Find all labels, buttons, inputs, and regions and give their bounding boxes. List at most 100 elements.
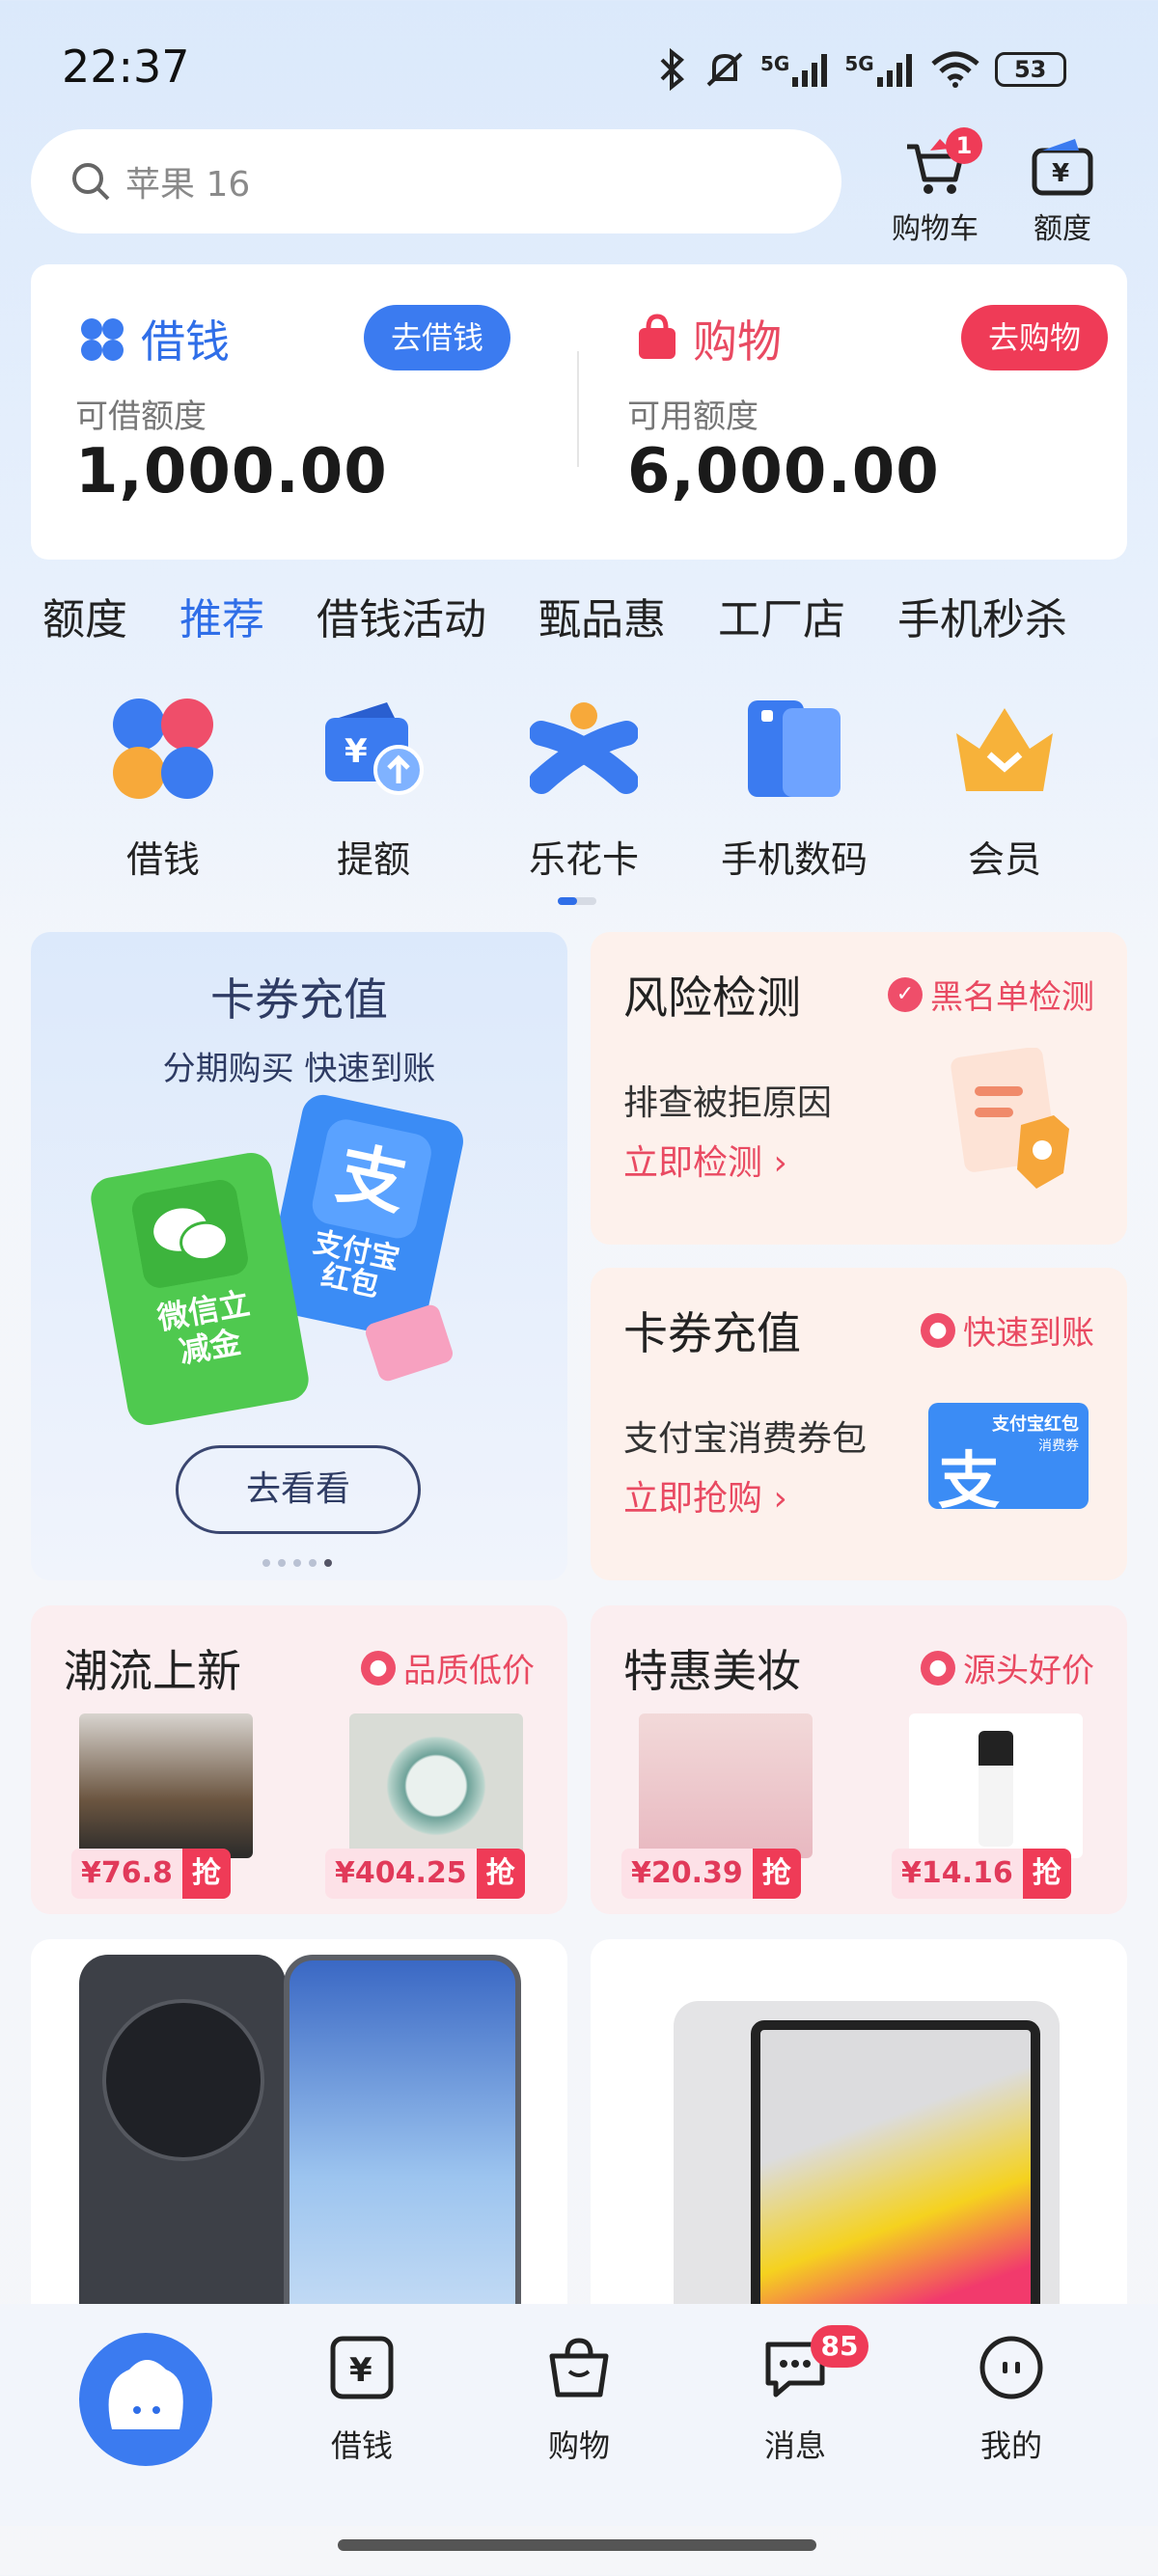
network-type-1: 5G — [760, 52, 790, 75]
alipay-logo: 支 — [309, 1115, 435, 1243]
wechat-icon — [131, 1179, 248, 1288]
card-voucher-promo[interactable]: 卡券充值 分期购买 快速到账 支 支付宝红包 微信立减金 去看看 — [31, 932, 567, 1580]
tab-selected-deals[interactable]: 甄品惠 — [538, 585, 666, 646]
borrow-section[interactable]: 借钱 去借钱 可借额度 1,000.00 — [31, 264, 571, 560]
voucher-title: 卡券充值 — [623, 1307, 801, 1359]
quick-label: 乐花卡 — [528, 838, 639, 881]
voucher-tag: ● 快速到账 — [921, 1306, 1094, 1354]
quick-label: 手机数码 — [720, 838, 868, 881]
card-beauty-deals[interactable]: 特惠美妆 ● 源头好价 ¥20.39 抢 ¥14.16 抢 — [591, 1605, 1127, 1914]
handbag-image — [79, 1713, 253, 1858]
beauty-tag-text: 源头好价 — [963, 1652, 1094, 1690]
nav-messages[interactable]: 85 消息 — [728, 2325, 868, 2466]
shop-button[interactable]: 去购物 — [961, 305, 1109, 370]
trend-tag-text: 品质低价 — [403, 1652, 535, 1690]
price-tag[interactable]: ¥20.39 抢 — [621, 1849, 801, 1899]
price-tag[interactable]: ¥14.16 抢 — [892, 1849, 1071, 1899]
alipay-card-text: 支付宝红包 — [310, 1225, 403, 1304]
quick-raise-limit[interactable]: ¥ 提额 — [268, 695, 479, 883]
status-icons: 5G 5G 53 — [656, 42, 1066, 96]
quota-button[interactable]: ¥ 额度 — [1009, 127, 1116, 247]
grab-label: 抢 — [1022, 1849, 1071, 1899]
voucher-desc: 支付宝消费券包 — [623, 1419, 868, 1459]
promo-subtitle: 分期购买 快速到账 — [162, 1050, 436, 1088]
nav-borrow[interactable]: ¥ 借钱 — [294, 2333, 429, 2466]
shop-amount: 6,000.00 — [627, 436, 940, 507]
wallet-icon: ¥ — [1032, 139, 1093, 196]
shop-section[interactable]: 购物 去购物 可用额度 6,000.00 — [596, 264, 1137, 560]
home-indicator[interactable] — [338, 2539, 816, 2551]
card-risk-check[interactable]: 风险检测 ✓ 黑名单检测 排查被拒原因 立即检测 › — [591, 932, 1127, 1245]
bluetooth-icon — [660, 48, 684, 91]
search-placeholder: 苹果 16 — [125, 165, 251, 205]
profile-icon — [979, 2336, 1043, 2399]
alipay-voucher-image: 支付宝红包 消费券 支 — [928, 1403, 1089, 1518]
search-icon — [72, 163, 110, 201]
promo-look-button[interactable]: 去看看 — [176, 1445, 421, 1534]
quick-label: 借钱 — [125, 838, 200, 881]
nav-profile[interactable]: 我的 — [944, 2333, 1079, 2466]
risk-tag: ✓ 黑名单检测 — [888, 971, 1094, 1018]
tab-factory-store[interactable]: 工厂店 — [718, 585, 845, 646]
product-card-phone[interactable] — [31, 1939, 567, 2325]
search-input[interactable]: 苹果 16 — [31, 129, 841, 233]
mascot-icon — [108, 2360, 183, 2429]
risk-desc: 排查被拒原因 — [623, 1083, 833, 1123]
shop-title: 购物 — [693, 315, 782, 368]
signal-2: 5G — [844, 52, 915, 87]
trend-tag: ● 品质低价 — [361, 1644, 535, 1691]
voucher-link[interactable]: 立即抢购 › — [623, 1470, 787, 1521]
beauty-tag: ● 源头好价 — [921, 1644, 1094, 1691]
phone-icon — [748, 700, 841, 797]
document-shield-icon — [951, 1048, 1069, 1189]
assistant-avatar-button[interactable] — [79, 2333, 212, 2466]
borrow-button[interactable]: 去借钱 — [364, 305, 511, 370]
tablet-image — [674, 2001, 1060, 2325]
tab-borrow-activity[interactable]: 借钱活动 — [317, 585, 486, 646]
cart-label: 购物车 — [892, 212, 979, 246]
phone-back-image — [79, 1955, 286, 2325]
quick-member[interactable]: 会员 — [899, 695, 1110, 883]
borrow-sub: 可借额度 — [75, 397, 207, 436]
fire-icon: ● — [921, 1312, 955, 1348]
alipay-voucher-sub: 消费券 — [1038, 1439, 1079, 1454]
quick-label: 提额 — [336, 838, 410, 881]
yen-icon: ¥ — [330, 2336, 394, 2399]
carousel-dots — [262, 1559, 332, 1567]
borrow-amount: 1,000.00 — [75, 436, 388, 507]
tab-quota[interactable]: 额度 — [42, 585, 127, 646]
quick-phone-digital[interactable]: 手机数码 — [689, 695, 899, 883]
nav-label: 购物 — [547, 2427, 610, 2464]
credit-panel: 借钱 去借钱 可借额度 1,000.00 购物 去购物 可用额度 6,000.0… — [31, 264, 1127, 560]
risk-link[interactable]: 立即检测 › — [623, 1135, 787, 1185]
signal-bars-icon — [876, 54, 912, 87]
nav-label: 消息 — [763, 2427, 826, 2464]
flower-card-icon — [529, 702, 639, 794]
quick-coupon[interactable]: 优 — [1110, 695, 1158, 883]
bag-icon — [549, 2338, 609, 2398]
product-item[interactable] — [69, 1713, 262, 1858]
messages-badge: 85 — [811, 2325, 868, 2368]
quick-label: 会员 — [967, 838, 1041, 881]
phone-front-image — [284, 1955, 521, 2325]
card-trend-new[interactable]: 潮流上新 ● 品质低价 ¥76.8 抢 ¥404.25 抢 — [31, 1605, 567, 1914]
borrow-title: 借钱 — [141, 315, 230, 368]
cart-button[interactable]: 1 购物车 — [882, 127, 988, 247]
product-card-tablet[interactable] — [591, 1939, 1127, 2325]
tab-recommend[interactable]: 推荐 — [179, 585, 264, 646]
battery-indicator: 53 — [994, 52, 1066, 87]
price-value: ¥404.25 — [325, 1849, 477, 1899]
product-item[interactable] — [899, 1713, 1092, 1858]
quick-flower-card[interactable]: 乐花卡 — [479, 695, 689, 883]
card-voucher-topup[interactable]: 卡券充值 ● 快速到账 支付宝消费券包 立即抢购 › 支付宝红包 消费券 支 — [591, 1268, 1127, 1580]
bottom-nav: ¥ 借钱 购物 85 消息 我的 — [0, 2304, 1158, 2526]
nav-shop[interactable]: 购物 — [511, 2333, 647, 2466]
price-tag[interactable]: ¥76.8 抢 — [71, 1849, 231, 1899]
price-tag[interactable]: ¥404.25 抢 — [325, 1849, 525, 1899]
product-item[interactable] — [340, 1713, 533, 1858]
nav-label: 我的 — [979, 2427, 1042, 2464]
promo-title: 卡券充值 — [210, 973, 388, 1026]
product-item[interactable] — [629, 1713, 822, 1858]
tab-phone-flash-sale[interactable]: 手机秒杀 — [897, 585, 1067, 646]
quick-borrow[interactable]: 借钱 — [58, 695, 268, 883]
